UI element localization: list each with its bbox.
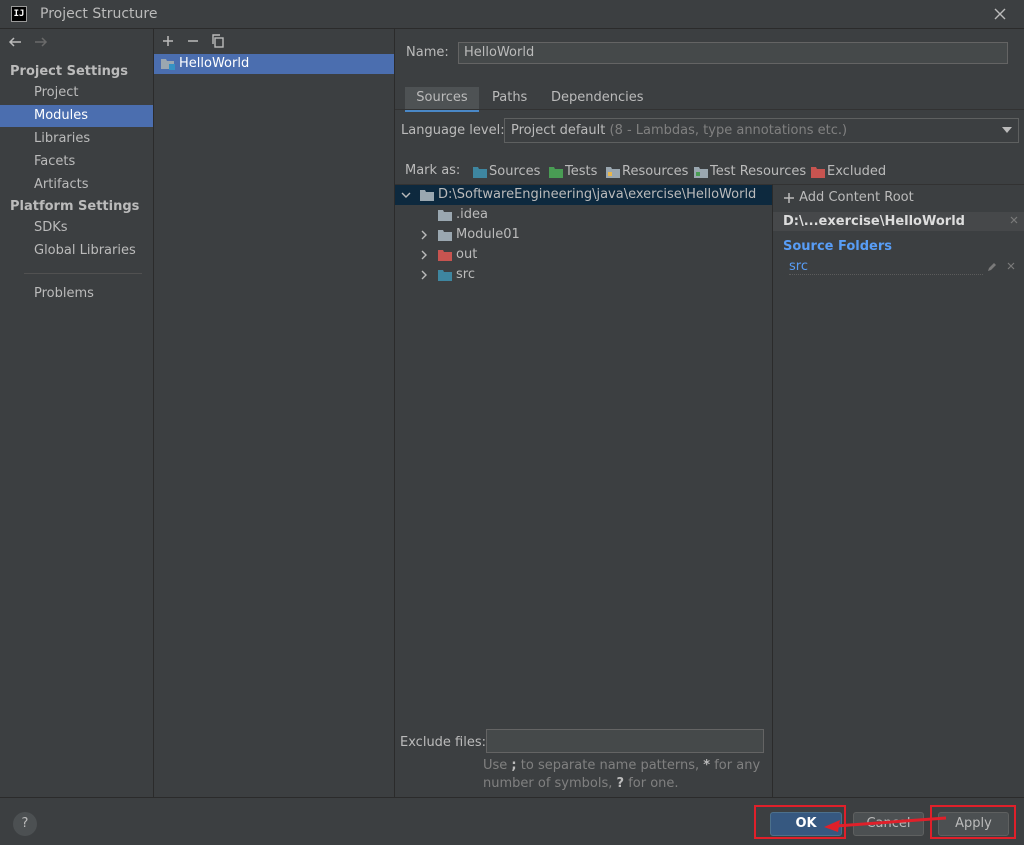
remove-icon[interactable] xyxy=(185,33,201,49)
forward-arrow-icon[interactable] xyxy=(33,34,49,50)
module-folder-icon xyxy=(161,57,176,71)
chevron-right-icon[interactable] xyxy=(419,230,429,240)
chevron-right-icon[interactable] xyxy=(419,250,429,260)
excluded-folder-icon xyxy=(811,166,825,178)
add-icon xyxy=(783,192,795,204)
source-folders-title: Source Folders xyxy=(783,239,893,254)
platform-settings-header: Platform Settings xyxy=(10,199,140,214)
add-content-root-button[interactable]: Add Content Root xyxy=(783,190,914,205)
tab-paths[interactable]: Paths xyxy=(492,87,527,109)
source-folder-leader xyxy=(789,274,983,275)
sidebar-divider xyxy=(24,273,142,274)
tree-item-idea[interactable]: .idea xyxy=(395,205,772,225)
tree-root-row[interactable]: D:\SoftwareEngineering\java\exercise\Hel… xyxy=(395,185,772,205)
exclude-files-input[interactable] xyxy=(486,729,764,753)
tree-item-label: Module01 xyxy=(456,227,520,242)
title-bar: IJ Project Structure xyxy=(0,0,1024,29)
chevron-down-icon[interactable] xyxy=(401,190,411,200)
exclude-files-help: Use ; to separate name patterns, * for a… xyxy=(483,758,761,791)
intellij-logo-icon: IJ xyxy=(11,6,27,22)
sources-folder-icon xyxy=(473,166,487,178)
source-folder-entry[interactable]: src xyxy=(789,259,808,274)
sidebar-item-facets[interactable]: Facets xyxy=(0,151,153,173)
module-name-input[interactable]: HelloWorld xyxy=(458,42,1008,64)
tab-divider xyxy=(395,109,1024,110)
resources-folder-icon xyxy=(606,166,620,178)
sidebar-item-global-libraries[interactable]: Global Libraries xyxy=(0,240,153,262)
module-item-helloworld[interactable]: HelloWorld xyxy=(154,54,394,74)
tab-dependencies[interactable]: Dependencies xyxy=(551,87,644,109)
back-arrow-icon[interactable] xyxy=(7,34,23,50)
mark-as-tests-label: Tests xyxy=(565,164,598,179)
remove-root-icon[interactable] xyxy=(1009,215,1019,225)
language-level-label: Language level: xyxy=(401,123,505,138)
exclude-files-label: Exclude files: xyxy=(400,735,487,750)
sidebar-item-sdks[interactable]: SDKs xyxy=(0,217,153,239)
mark-as-excluded-label: Excluded xyxy=(827,164,887,179)
content-tree: D:\SoftwareEngineering\java\exercise\Hel… xyxy=(395,184,772,728)
sidebar-item-artifacts[interactable]: Artifacts xyxy=(0,174,153,196)
annotation-arrow-icon xyxy=(820,812,950,834)
folder-icon xyxy=(420,189,435,201)
mark-as-resources-label: Resources xyxy=(622,164,689,179)
folder-icon xyxy=(438,209,453,221)
add-content-root-label: Add Content Root xyxy=(799,190,914,205)
tests-folder-icon xyxy=(549,166,563,178)
language-level-value: Project default xyxy=(511,123,606,138)
module-list-panel: HelloWorld xyxy=(154,29,395,797)
sidebar-item-modules[interactable]: Modules xyxy=(0,105,153,127)
language-level-hint: (8 - Lambdas, type annotations etc.) xyxy=(609,123,848,138)
sources-folder-icon xyxy=(438,269,453,281)
mark-as-label: Mark as: xyxy=(405,163,461,178)
content-root-path[interactable]: D:\...exercise\HelloWorld xyxy=(773,212,1024,231)
content-roots-panel: Add Content Root D:\...exercise\HelloWor… xyxy=(772,184,1024,798)
sidebar-item-libraries[interactable]: Libraries xyxy=(0,128,153,150)
tree-item-src[interactable]: src xyxy=(395,265,772,285)
remove-source-icon[interactable] xyxy=(1006,261,1016,271)
folder-icon xyxy=(438,229,453,241)
tree-item-label: src xyxy=(456,267,475,282)
excluded-folder-icon xyxy=(438,249,453,261)
sidebar-item-project[interactable]: Project xyxy=(0,82,153,104)
copy-icon[interactable] xyxy=(210,33,226,49)
tree-root-label: D:\SoftwareEngineering\java\exercise\Hel… xyxy=(438,187,757,202)
add-icon[interactable] xyxy=(160,33,176,49)
mark-as-sources-label: Sources xyxy=(489,164,541,179)
dropdown-arrow-icon xyxy=(1002,127,1012,134)
test-resources-folder-icon xyxy=(694,166,708,178)
close-icon[interactable] xyxy=(992,6,1008,22)
tree-item-out[interactable]: out xyxy=(395,245,772,265)
tree-item-module01[interactable]: Module01 xyxy=(395,225,772,245)
chevron-right-icon[interactable] xyxy=(419,270,429,280)
module-item-label: HelloWorld xyxy=(179,56,250,71)
language-level-select[interactable]: Project default (8 - Lambdas, type annot… xyxy=(504,118,1019,143)
edit-icon[interactable] xyxy=(986,261,998,273)
content-root-path-label: D:\...exercise\HelloWorld xyxy=(783,214,965,229)
sidebar-item-problems[interactable]: Problems xyxy=(0,283,153,305)
help-button[interactable]: ? xyxy=(13,812,37,836)
project-settings-header: Project Settings xyxy=(10,64,128,79)
tree-item-label: .idea xyxy=(456,207,488,222)
module-settings-pane: Name: HelloWorld Sources Paths Dependenc… xyxy=(395,29,1024,798)
window-title: Project Structure xyxy=(40,6,158,22)
mark-as-test-resources-label: Test Resources xyxy=(710,164,807,179)
tree-item-label: out xyxy=(456,247,478,262)
settings-sidebar: Project Settings Project Modules Librari… xyxy=(0,29,154,797)
name-label: Name: xyxy=(406,45,449,60)
